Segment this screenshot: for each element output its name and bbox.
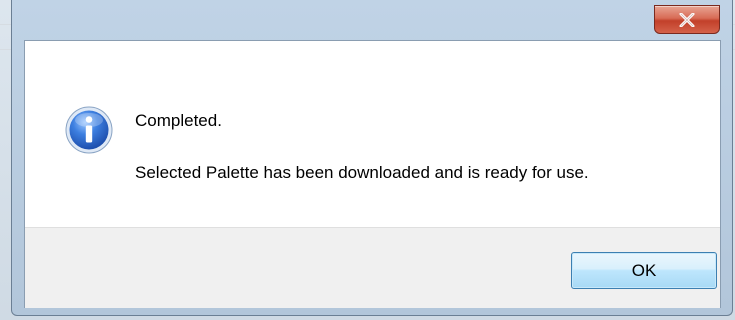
message-body: Selected Palette has been downloaded and…: [135, 163, 589, 182]
dialog-client-area: Completed. Selected Palette has been dow…: [24, 40, 721, 308]
ok-button[interactable]: OK: [571, 252, 717, 289]
message-area: [25, 41, 720, 227]
message-title: Completed.: [135, 111, 222, 130]
info-icon: [65, 106, 113, 154]
close-icon: [679, 12, 695, 27]
close-button[interactable]: [654, 5, 720, 34]
